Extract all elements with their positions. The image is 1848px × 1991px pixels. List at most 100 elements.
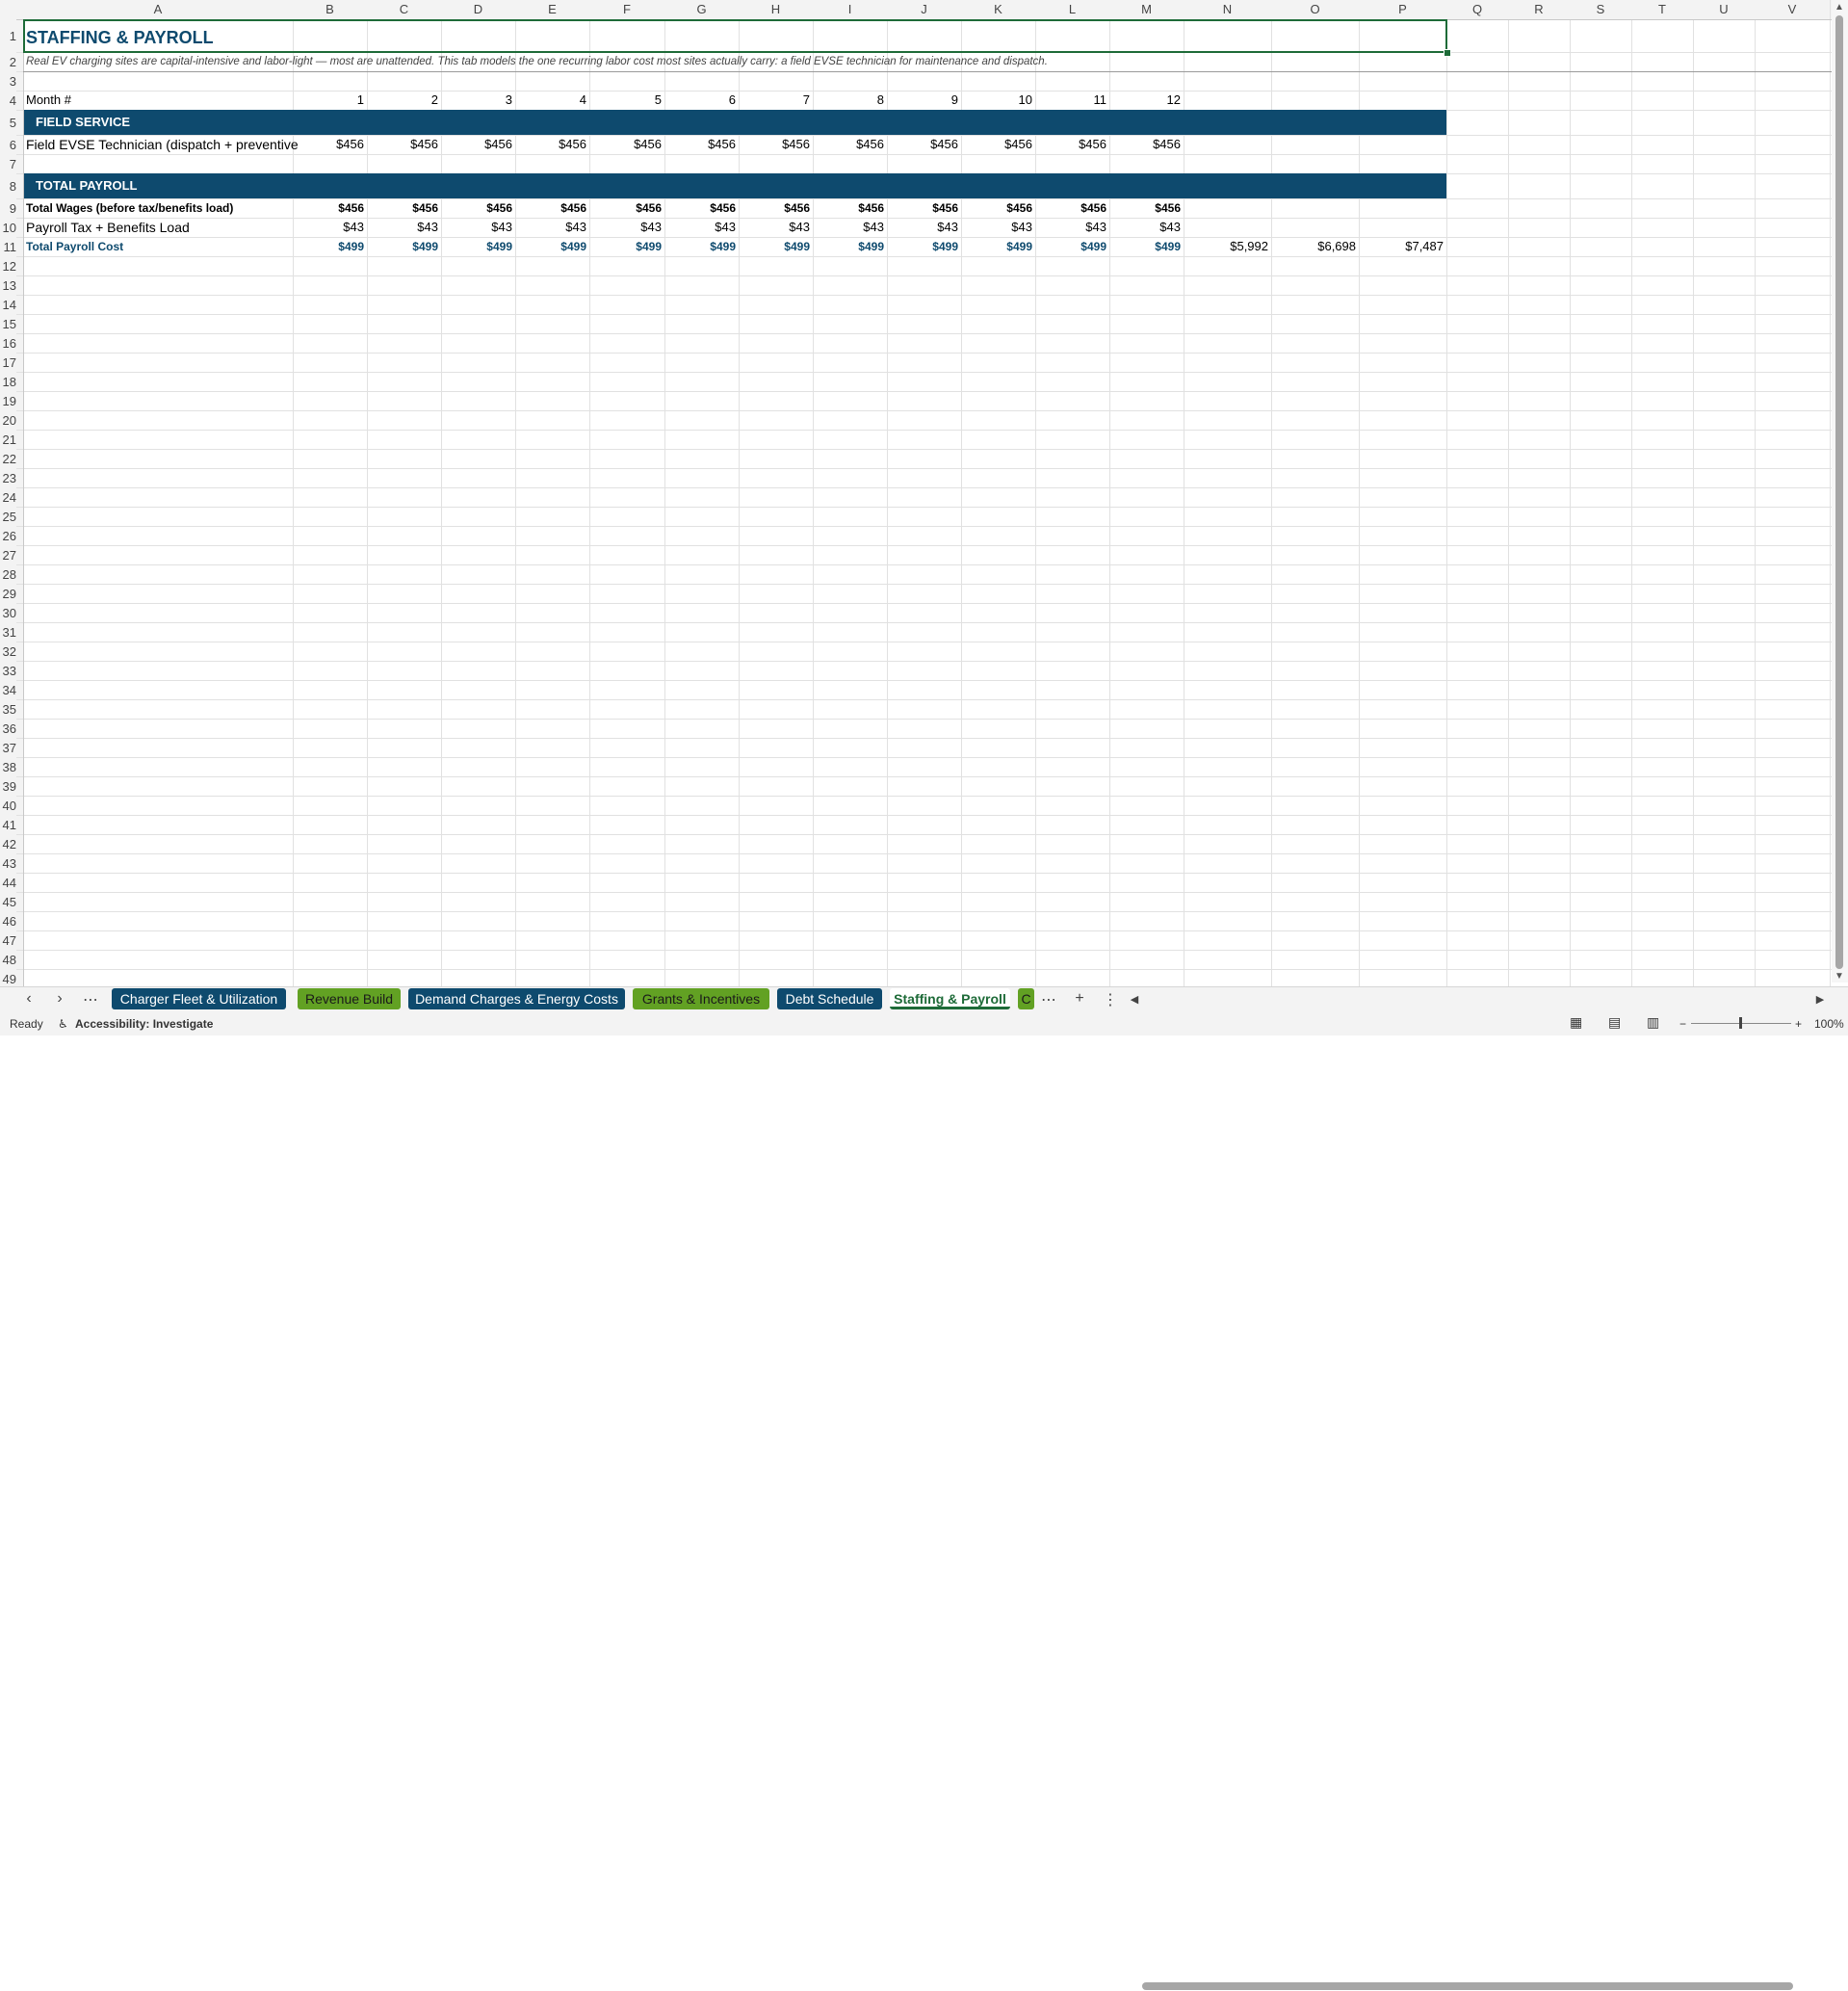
total-wages-value[interactable]: $456 bbox=[813, 198, 884, 218]
row-header[interactable]: 35 bbox=[0, 699, 16, 719]
horizontal-scroll-thumb[interactable] bbox=[1142, 1982, 1793, 1990]
row-header[interactable]: 22 bbox=[0, 449, 16, 468]
total-wages-value[interactable]: $456 bbox=[664, 198, 736, 218]
row-header[interactable]: 48 bbox=[0, 950, 16, 969]
field-tech-value[interactable]: $456 bbox=[367, 135, 438, 154]
vertical-scrollbar[interactable]: ▲ ▼ bbox=[1832, 0, 1848, 982]
month-number[interactable]: 7 bbox=[739, 91, 810, 110]
month-number[interactable]: 2 bbox=[367, 91, 438, 110]
row-header[interactable]: 28 bbox=[0, 564, 16, 584]
month-number[interactable]: 12 bbox=[1109, 91, 1181, 110]
row-header[interactable]: 16 bbox=[0, 333, 16, 353]
sheet-tab[interactable]: Revenue Build bbox=[298, 988, 401, 1009]
payroll-tax-value[interactable]: $43 bbox=[515, 218, 586, 237]
row-header[interactable]: 44 bbox=[0, 873, 16, 892]
field-tech-value[interactable]: $456 bbox=[739, 135, 810, 154]
column-header[interactable]: E bbox=[515, 0, 589, 19]
row-header[interactable]: 39 bbox=[0, 776, 16, 796]
payroll-tax-value[interactable]: $43 bbox=[441, 218, 512, 237]
scroll-left-icon[interactable]: ◀ bbox=[1125, 993, 1144, 1006]
column-header[interactable]: I bbox=[813, 0, 887, 19]
row-header[interactable]: 45 bbox=[0, 892, 16, 911]
month-number[interactable]: 8 bbox=[813, 91, 884, 110]
field-tech-value[interactable]: $456 bbox=[813, 135, 884, 154]
zoom-in-icon[interactable]: + bbox=[1795, 1017, 1802, 1031]
total-wages-value[interactable]: $456 bbox=[589, 198, 662, 218]
annual-total-value[interactable]: $6,698 bbox=[1271, 237, 1356, 256]
annual-total-value[interactable]: $7,487 bbox=[1359, 237, 1444, 256]
row-header[interactable]: 18 bbox=[0, 372, 16, 391]
add-sheet-icon[interactable]: + bbox=[1070, 990, 1089, 1008]
column-header[interactable]: T bbox=[1631, 0, 1693, 19]
month-number[interactable]: 5 bbox=[589, 91, 662, 110]
page-break-icon[interactable]: ▥ bbox=[1647, 1014, 1659, 1031]
row-header[interactable]: 26 bbox=[0, 526, 16, 545]
tab-options-icon[interactable]: ⋮ bbox=[1101, 990, 1120, 1009]
total-payroll-value[interactable]: $499 bbox=[739, 237, 810, 256]
month-number[interactable]: 6 bbox=[664, 91, 736, 110]
field-tech-value[interactable]: $456 bbox=[664, 135, 736, 154]
payroll-tax-value[interactable]: $43 bbox=[664, 218, 736, 237]
payroll-tax-value[interactable]: $43 bbox=[367, 218, 438, 237]
field-tech-value[interactable]: $456 bbox=[515, 135, 586, 154]
total-payroll-value[interactable]: $499 bbox=[1035, 237, 1106, 256]
total-wages-value[interactable]: $456 bbox=[293, 198, 364, 218]
column-header[interactable]: S bbox=[1570, 0, 1631, 19]
total-payroll-value[interactable]: $499 bbox=[1109, 237, 1181, 256]
field-tech-value[interactable]: $456 bbox=[293, 135, 364, 154]
column-header[interactable]: Q bbox=[1446, 0, 1508, 19]
row-header[interactable]: 38 bbox=[0, 757, 16, 776]
row-header[interactable]: 10 bbox=[0, 218, 16, 237]
next-sheet-icon[interactable]: › bbox=[50, 990, 69, 1008]
month-number[interactable]: 9 bbox=[887, 91, 958, 110]
total-payroll-label[interactable]: Total Payroll Cost bbox=[26, 237, 123, 256]
column-header[interactable]: B bbox=[293, 0, 367, 19]
accessibility-status[interactable]: Accessibility: Investigate bbox=[75, 1017, 213, 1031]
payroll-tax-value[interactable]: $43 bbox=[1035, 218, 1106, 237]
month-number[interactable]: 10 bbox=[961, 91, 1032, 110]
horizontal-scrollbar[interactable] bbox=[1142, 1979, 1816, 1991]
row-header[interactable]: 46 bbox=[0, 911, 16, 930]
month-number[interactable]: 1 bbox=[293, 91, 364, 110]
row-header[interactable]: 43 bbox=[0, 853, 16, 873]
total-wages-value[interactable]: $456 bbox=[515, 198, 586, 218]
field-tech-value[interactable]: $456 bbox=[1035, 135, 1106, 154]
column-header[interactable]: L bbox=[1035, 0, 1109, 19]
row-header[interactable]: 49 bbox=[0, 969, 16, 986]
row-header[interactable]: 11 bbox=[0, 237, 16, 256]
zoom-out-icon[interactable]: − bbox=[1679, 1017, 1686, 1031]
fill-handle[interactable] bbox=[1444, 49, 1451, 57]
select-all-corner[interactable] bbox=[0, 0, 23, 19]
total-wages-value[interactable]: $456 bbox=[1035, 198, 1106, 218]
row-header[interactable]: 9 bbox=[0, 198, 16, 218]
sheet-subtitle[interactable]: Real EV charging sites are capital-inten… bbox=[26, 52, 1048, 71]
sheet-title[interactable]: STAFFING & PAYROLL bbox=[26, 19, 214, 52]
row-header[interactable]: 1 bbox=[0, 19, 16, 52]
row-header[interactable]: 36 bbox=[0, 719, 16, 738]
zoom-slider-thumb[interactable] bbox=[1739, 1017, 1742, 1029]
field-tech-value[interactable]: $456 bbox=[961, 135, 1032, 154]
sheet-tab[interactable]: Demand Charges & Energy Costs bbox=[408, 988, 625, 1009]
zoom-level[interactable]: 100% bbox=[1814, 1017, 1844, 1031]
row-header[interactable]: 37 bbox=[0, 738, 16, 757]
row-header[interactable]: 7 bbox=[0, 154, 16, 173]
total-payroll-value[interactable]: $499 bbox=[293, 237, 364, 256]
row-header[interactable]: 31 bbox=[0, 622, 16, 642]
payroll-tax-value[interactable]: $43 bbox=[293, 218, 364, 237]
worksheet[interactable]: ABCDEFGHIJKLMNOPQRSTUV 1 2 3 4 5 6 7 8 9 10 11 12 13… bbox=[0, 0, 1848, 986]
column-header[interactable]: D bbox=[441, 0, 515, 19]
field-tech-value[interactable]: $456 bbox=[589, 135, 662, 154]
column-header[interactable]: V bbox=[1755, 0, 1830, 19]
payroll-tax-value[interactable]: $43 bbox=[589, 218, 662, 237]
sheet-tab[interactable]: Grants & Incentives bbox=[633, 988, 769, 1009]
total-payroll-value[interactable]: $499 bbox=[589, 237, 662, 256]
more-sheets-icon[interactable]: ⋯ bbox=[81, 990, 100, 1009]
row-header[interactable]: 14 bbox=[0, 295, 16, 314]
row-header[interactable]: 21 bbox=[0, 430, 16, 449]
scroll-down-icon[interactable]: ▼ bbox=[1835, 971, 1844, 982]
row-header[interactable]: 47 bbox=[0, 930, 16, 950]
page-layout-icon[interactable]: ▤ bbox=[1608, 1014, 1621, 1031]
row-header[interactable]: 2 bbox=[0, 52, 16, 71]
column-header[interactable]: G bbox=[664, 0, 739, 19]
row-header[interactable]: 40 bbox=[0, 796, 16, 815]
